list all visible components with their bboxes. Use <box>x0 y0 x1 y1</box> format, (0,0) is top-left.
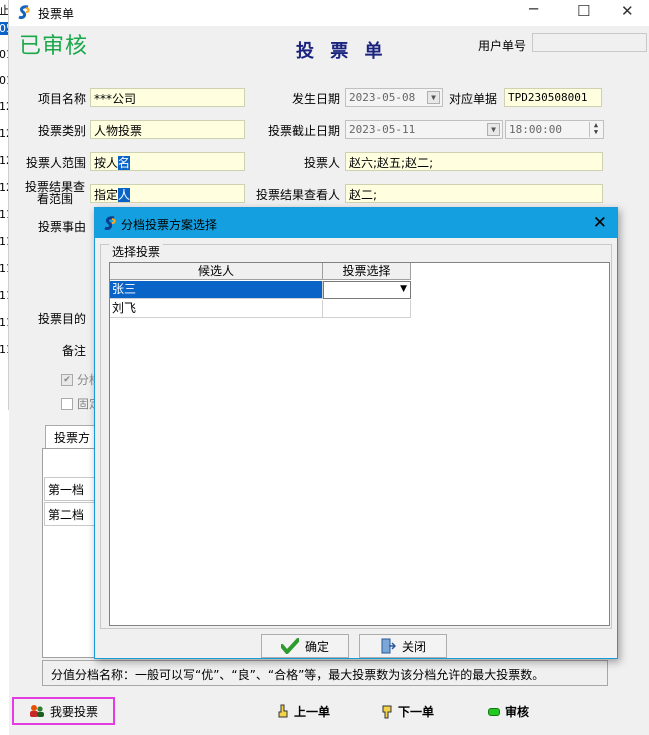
voters-label: 投票人 <box>303 156 340 170</box>
result-view-scope-text: 指定 <box>94 188 119 202</box>
status-stamp: 已审核 <box>19 34 89 59</box>
project-name-label: 项目名称 <box>37 92 86 106</box>
voter-scope-text: 按人 <box>94 156 119 170</box>
dialog-titlebar[interactable]: 分档投票方案选择 ✕ <box>95 208 617 238</box>
audit-label: 审核 <box>505 705 530 719</box>
close-button[interactable]: ✕ <box>621 2 634 20</box>
result-view-scope-field[interactable]: 指定人 <box>90 184 245 203</box>
exit-door-icon <box>381 638 396 654</box>
purpose-label: 投票目的 <box>38 312 87 326</box>
app-logo-icon <box>104 216 116 230</box>
tier-row[interactable]: 第二档 <box>44 502 96 526</box>
strip-text: 11 <box>0 262 8 275</box>
reason-label: 投票事由 <box>38 220 87 234</box>
strip-text: 12 <box>0 127 8 140</box>
result-view-scope-selected-text: 人 <box>118 188 131 202</box>
strip-text: 05 <box>0 22 8 35</box>
audit-icon <box>488 707 500 716</box>
checkmark-icon <box>280 638 299 654</box>
maximize-button[interactable]: ☐ <box>577 2 590 20</box>
strip-text: 11 <box>0 343 8 356</box>
deadline-date-value: 2023-05-11 <box>349 123 416 136</box>
close-dialog-button[interactable]: 关闭 <box>359 634 447 658</box>
strip-text: 11 <box>0 289 8 302</box>
column-header-choice[interactable]: 投票选择 <box>323 263 411 280</box>
checkbox-unchecked-icon[interactable] <box>61 397 73 410</box>
voter-scope-field[interactable]: 按人名 <box>90 152 245 171</box>
voter-scope-selected-text: 名 <box>118 156 131 170</box>
prev-button[interactable]: 上一单 <box>276 703 330 720</box>
strip-text: 11 <box>0 316 8 329</box>
checkbox-checked-icon[interactable]: ✔ <box>61 373 73 386</box>
tab-label: 投票方案 <box>54 431 91 449</box>
project-name-field[interactable]: ***公司 <box>90 88 245 107</box>
background-window-strip: 止 05 01 01 12 12 12 12 11 11 11 11 11 11 <box>0 0 9 410</box>
voter-scope-label: 投票人范围 <box>25 156 86 170</box>
vote-choice-cell[interactable] <box>323 300 411 318</box>
vote-type-label: 投票类别 <box>37 124 86 138</box>
tier-vote-dialog: 分档投票方案选择 ✕ 选择投票 候选人 投票选择 张三 ▼ 刘飞 确定 关闭 <box>94 207 618 659</box>
candidate-grid: 候选人 投票选择 张三 ▼ 刘飞 <box>109 262 610 626</box>
strip-text: 11 <box>0 208 8 221</box>
occur-date-value: 2023-05-08 <box>349 91 416 104</box>
deadline-label: 投票截止日期 <box>267 124 340 138</box>
audit-button[interactable]: 审核 <box>488 703 529 720</box>
calendar-dropdown-icon[interactable]: ▼ <box>427 91 440 104</box>
prev-label: 上一单 <box>294 705 331 719</box>
time-spinner-icon[interactable]: ▲ ▼ <box>589 122 602 137</box>
column-header-candidate[interactable]: 候选人 <box>110 263 323 280</box>
window-titlebar[interactable]: 投票单 ─ ☐ ✕ <box>9 0 649 26</box>
form-title: 投 票 单 <box>296 41 388 62</box>
voters-field[interactable]: 赵六;赵五;赵二; <box>345 152 603 171</box>
candidate-cell[interactable]: 刘飞 <box>110 300 323 318</box>
tier-row[interactable]: 第一档 <box>44 477 96 501</box>
ref-doc-field[interactable]: TPD230508001 <box>504 88 602 107</box>
hand-down-icon <box>382 705 392 719</box>
hint-bar: 分值分档名称：一般可以写“优”、“良”、“合格”等，最大投票数为该分档允许的最大… <box>42 660 608 686</box>
ok-label: 确定 <box>304 639 329 654</box>
dialog-title: 分档投票方案选择 <box>121 218 218 232</box>
window-title: 投票单 <box>38 7 75 21</box>
ok-button[interactable]: 确定 <box>261 634 349 658</box>
strip-text: 止 <box>0 2 8 18</box>
my-vote-button[interactable]: 我要投票 <box>12 697 115 725</box>
hand-up-icon <box>278 704 288 718</box>
chevron-down-icon[interactable]: ▼ <box>400 284 407 294</box>
users-icon <box>29 705 44 717</box>
occur-date-label: 发生日期 <box>291 92 340 106</box>
result-viewers-field[interactable]: 赵二; <box>345 184 603 203</box>
ref-doc-label: 对应单据 <box>449 92 498 106</box>
occur-date-picker[interactable]: 2023-05-08 ▼ <box>345 88 443 107</box>
deadline-time-value: 18:00:00 <box>509 123 562 136</box>
app-logo-icon <box>18 5 30 19</box>
vote-type-field[interactable]: 人物投票 <box>90 120 245 139</box>
minimize-button[interactable]: ─ <box>529 0 538 18</box>
dialog-close-icon[interactable]: ✕ <box>593 213 607 233</box>
strip-text: 12 <box>0 181 8 194</box>
my-vote-label: 我要投票 <box>49 704 98 719</box>
strip-text: 01 <box>0 48 8 61</box>
calendar-dropdown-icon[interactable]: ▼ <box>487 123 500 136</box>
deadline-date-picker[interactable]: 2023-05-11 ▼ <box>345 120 503 139</box>
remark-label: 备注 <box>62 344 87 358</box>
next-button[interactable]: 下一单 <box>380 703 434 720</box>
result-viewers-label: 投票结果查看人 <box>255 188 340 202</box>
deadline-time-field[interactable]: 18:00:00 ▲ ▼ <box>505 120 604 139</box>
candidate-cell[interactable]: 张三 <box>110 281 323 299</box>
group-label: 选择投票 <box>109 243 164 260</box>
user-doc-no-label: 用户单号 <box>478 39 527 53</box>
next-label: 下一单 <box>398 705 435 719</box>
close-label: 关闭 <box>401 639 426 654</box>
strip-text: 12 <box>0 154 8 167</box>
strip-text: 01 <box>0 74 8 87</box>
user-doc-no-field[interactable] <box>532 33 647 52</box>
vote-choice-select[interactable]: ▼ <box>323 281 411 299</box>
strip-text: 11 <box>0 235 8 248</box>
result-view-scope-label: 投票结果查看范围 <box>24 180 85 206</box>
strip-text: 12 <box>0 100 8 113</box>
